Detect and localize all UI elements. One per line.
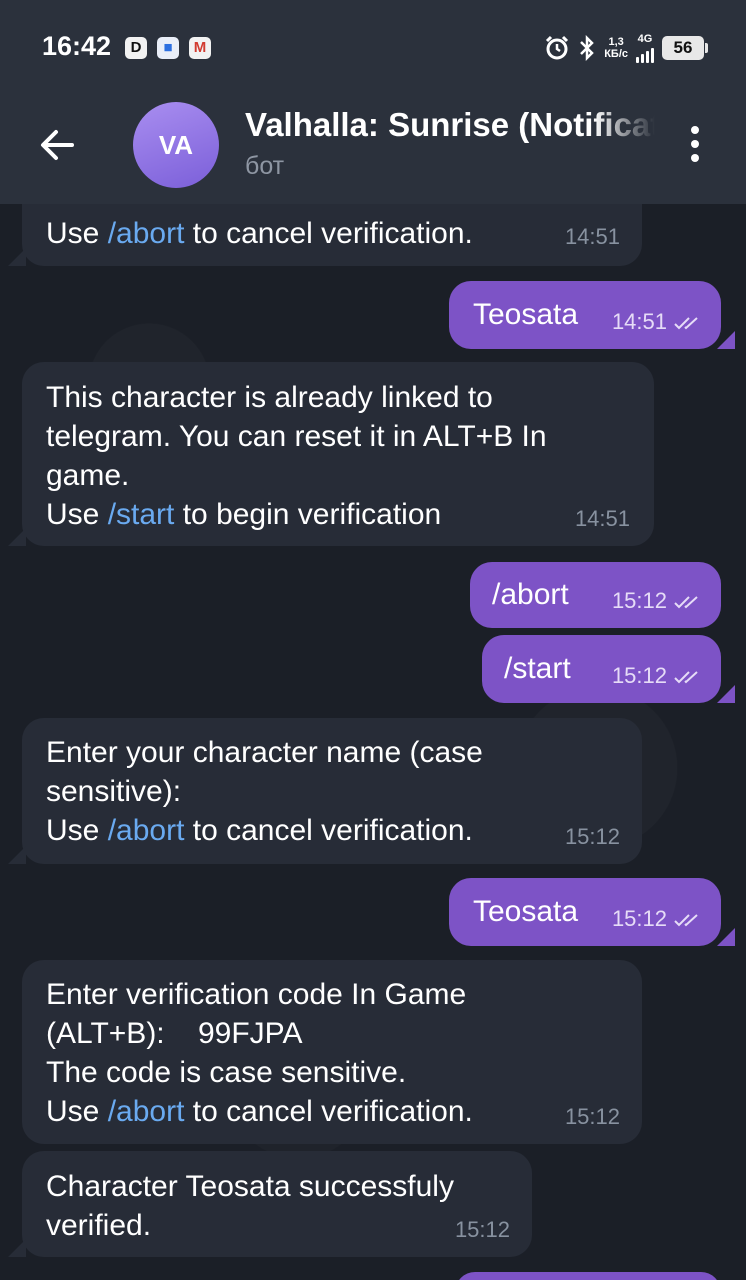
message-outgoing[interactable]: Teosata 15:12 [449, 878, 721, 946]
message-time: 15:12 [611, 663, 667, 688]
double-check-icon [674, 317, 698, 330]
network-speed: 1,3 КБ/с [604, 36, 628, 60]
message-time: 15:12 [564, 824, 620, 849]
message-time: 14:51 [611, 309, 667, 334]
message-outgoing[interactable]: /start 15:12 [482, 635, 721, 703]
message-incoming[interactable]: Enter your character name (case sensitiv… [22, 718, 642, 864]
double-check-icon [674, 596, 698, 609]
chat-title[interactable]: Valhalla: Sunrise (Notifications) [245, 106, 655, 148]
message-incoming[interactable]: Enter verification code In Game (ALT+B):… [22, 960, 642, 1144]
network-type: 4G [637, 33, 653, 45]
command-link[interactable]: /start [108, 498, 175, 531]
back-arrow-icon[interactable] [30, 118, 84, 172]
signal-icon: 4G [636, 33, 654, 63]
chat-header: VA Valhalla: Sunrise (Notifications) бот [0, 96, 746, 204]
message-outgoing[interactable]: /abort 15:12 [470, 562, 721, 628]
double-check-icon [674, 671, 698, 684]
gmail-icon: M [189, 37, 211, 59]
double-check-icon [674, 914, 698, 927]
alarm-icon [546, 35, 569, 60]
command-link[interactable]: /abort [108, 814, 185, 847]
notification-app-icon: ■ [157, 37, 179, 59]
message-time: 15:12 [454, 1217, 510, 1242]
avatar[interactable]: VA [133, 102, 219, 188]
more-vertical-icon[interactable] [684, 124, 708, 164]
bluetooth-icon [580, 35, 594, 61]
status-bar: 16:42 D ■ M 1,3 КБ/с 4G 56 [0, 0, 746, 96]
command-link[interactable]: /abort [108, 217, 185, 250]
message-time: 15:12 [611, 906, 667, 931]
battery-icon: 56 [662, 36, 708, 60]
message-incoming[interactable]: This character is already linked to tele… [22, 362, 654, 546]
message-time: 15:12 [611, 588, 667, 613]
status-time: 16:42 [42, 31, 112, 61]
message-outgoing[interactable]: Teosata 14:51 [449, 281, 721, 349]
notification-d-icon: D [125, 37, 147, 59]
chat-subtitle: бот [245, 152, 285, 180]
message-incoming[interactable]: Character Teosata successfuly verified. … [22, 1151, 532, 1257]
message-time: 14:51 [574, 506, 630, 531]
message-time: 15:12 [564, 1104, 620, 1129]
message-time: 14:51 [564, 224, 620, 249]
status-indicators: 1,3 КБ/с 4G 56 [544, 32, 708, 64]
command-link[interactable]: /abort [108, 1095, 185, 1128]
message-outgoing[interactable] [455, 1272, 721, 1280]
